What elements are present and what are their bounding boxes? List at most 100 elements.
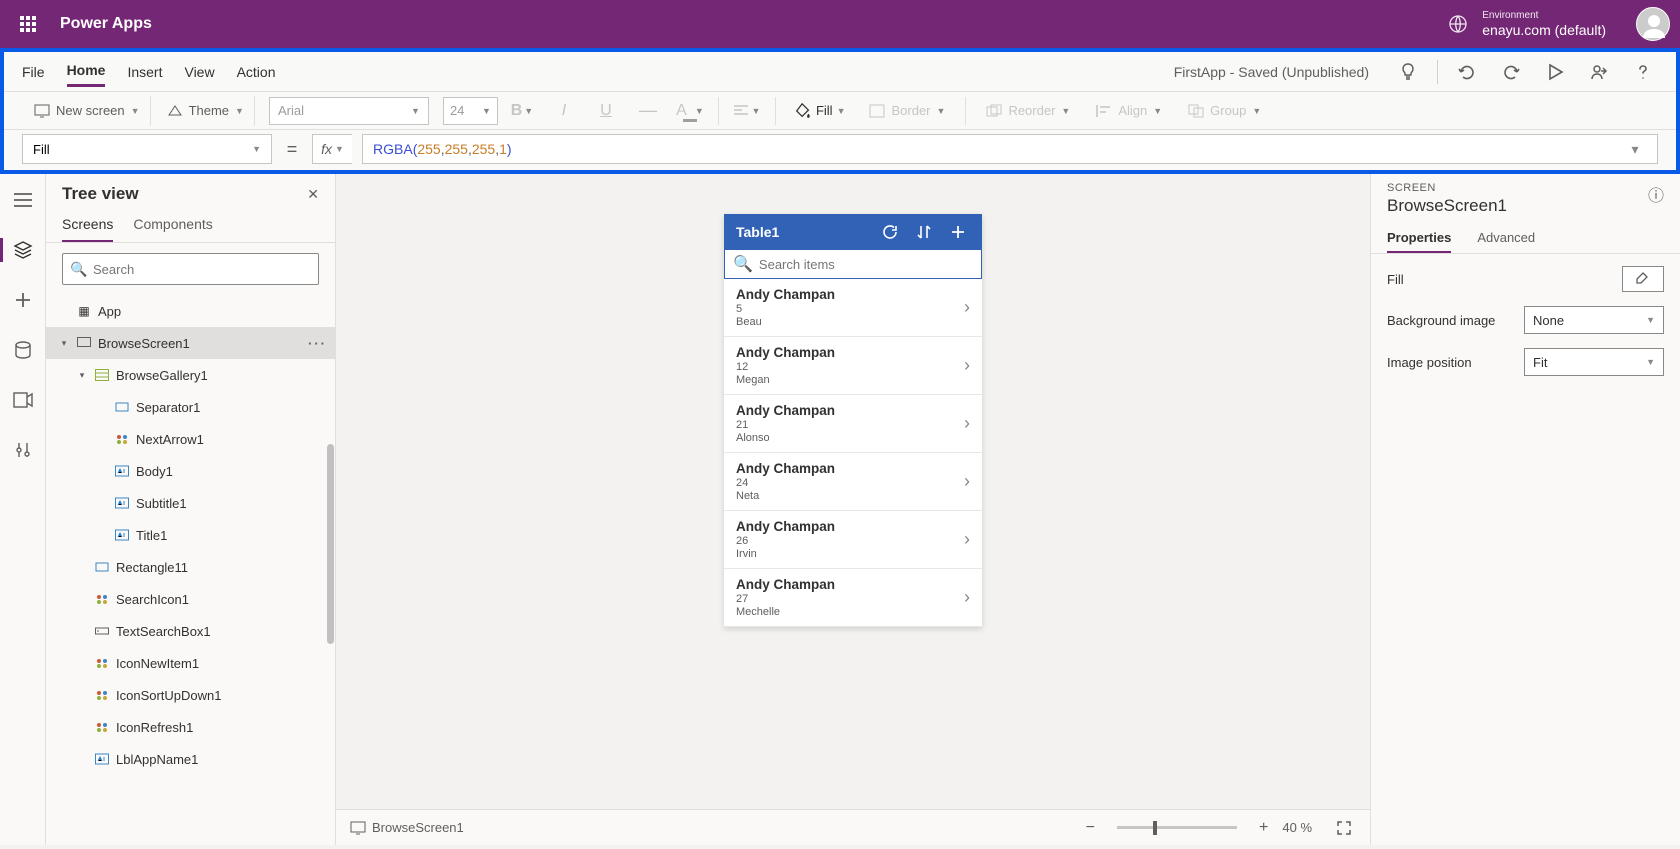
gallery-item[interactable]: Andy Champan24Neta› bbox=[724, 453, 982, 511]
align-button[interactable]: Align ▼ bbox=[1086, 96, 1172, 126]
chevron-right-icon[interactable]: › bbox=[964, 471, 970, 492]
border-button[interactable]: Border ▼ bbox=[859, 96, 955, 126]
gallery-item[interactable]: Andy Champan5Beau› bbox=[724, 279, 982, 337]
fill-button[interactable]: Fill ▼ bbox=[786, 102, 854, 120]
share-icon[interactable] bbox=[1584, 57, 1614, 87]
canvas-area[interactable]: Table1 🔍 Andy Champan5Beau›Andy Champan1… bbox=[336, 174, 1370, 845]
strike-button[interactable]: — bbox=[630, 96, 666, 126]
chevron-right-icon[interactable]: › bbox=[964, 355, 970, 376]
tree-item[interactable]: ▾BrowseScreen1··· bbox=[46, 327, 335, 359]
group-button[interactable]: Group ▼ bbox=[1178, 96, 1271, 126]
chevron-right-icon[interactable]: › bbox=[964, 297, 970, 318]
tree-item[interactable]: ▾BrowseGallery1 bbox=[46, 359, 335, 391]
gallery-item[interactable]: Andy Champan12Megan› bbox=[724, 337, 982, 395]
zoom-out-button[interactable]: − bbox=[1082, 819, 1099, 837]
add-icon[interactable] bbox=[946, 220, 970, 244]
tab-screens[interactable]: Screens bbox=[62, 208, 113, 242]
formula-input[interactable]: RGBA(255, 255, 255, 1) ▾ bbox=[362, 134, 1658, 164]
tree-item[interactable]: NextArrow1 bbox=[46, 423, 335, 455]
tree-search[interactable]: 🔍 bbox=[62, 253, 319, 285]
tab-properties[interactable]: Properties bbox=[1387, 224, 1451, 253]
footer-screen-selector[interactable]: BrowseScreen1 bbox=[350, 820, 464, 835]
expand-icon[interactable]: ▾ bbox=[58, 338, 70, 349]
chevron-right-icon[interactable]: › bbox=[964, 587, 970, 608]
environment-selector[interactable]: Environment enayu.com (default) bbox=[1444, 10, 1606, 39]
image-position-select[interactable]: Fit ▼ bbox=[1524, 348, 1664, 376]
tree-item[interactable]: IconNewItem1 bbox=[46, 647, 335, 679]
tree-item[interactable]: Body1 bbox=[46, 455, 335, 487]
tab-insert[interactable]: Insert bbox=[127, 58, 162, 86]
app-launcher[interactable] bbox=[10, 6, 46, 42]
tree-view-rail[interactable] bbox=[5, 232, 41, 268]
chevron-down-icon: ▼ bbox=[235, 106, 244, 116]
chevron-right-icon[interactable]: › bbox=[964, 529, 970, 550]
tree-node-icon bbox=[94, 591, 110, 607]
tree-item[interactable]: LblAppName1 bbox=[46, 743, 335, 775]
tree-item-label: TextSearchBox1 bbox=[116, 624, 211, 639]
gallery-item[interactable]: Andy Champan26Irvin› bbox=[724, 511, 982, 569]
tree-item[interactable]: Rectangle11 bbox=[46, 551, 335, 583]
zoom-slider[interactable] bbox=[1117, 826, 1237, 829]
gallery-item[interactable]: Andy Champan27Mechelle› bbox=[724, 569, 982, 627]
tree-item[interactable]: Separator1 bbox=[46, 391, 335, 423]
new-screen-button[interactable]: New screen ▼ bbox=[24, 96, 151, 126]
tab-home[interactable]: Home bbox=[67, 56, 106, 87]
data-rail[interactable] bbox=[5, 332, 41, 368]
zoom-in-button[interactable]: + bbox=[1255, 819, 1272, 837]
tab-components[interactable]: Components bbox=[133, 208, 212, 242]
property-selector[interactable]: Fill ▼ bbox=[22, 134, 272, 164]
tools-rail[interactable] bbox=[5, 432, 41, 468]
user-avatar[interactable] bbox=[1636, 7, 1670, 41]
tab-view[interactable]: View bbox=[184, 58, 214, 86]
refresh-icon[interactable] bbox=[878, 220, 902, 244]
phone-preview: Table1 🔍 Andy Champan5Beau›Andy Champan1… bbox=[724, 214, 982, 627]
fx-label[interactable]: fx▼ bbox=[312, 134, 352, 164]
expand-formula-icon[interactable]: ▾ bbox=[1623, 141, 1647, 158]
redo-icon[interactable] bbox=[1496, 57, 1526, 87]
tree-search-input[interactable] bbox=[62, 253, 319, 285]
tab-action[interactable]: Action bbox=[237, 58, 276, 86]
tab-advanced[interactable]: Advanced bbox=[1477, 224, 1535, 253]
background-image-select[interactable]: None ▼ bbox=[1524, 306, 1664, 334]
chevron-right-icon[interactable]: › bbox=[964, 413, 970, 434]
underline-button[interactable]: U bbox=[588, 96, 624, 126]
tree-item[interactable]: TextSearchBox1 bbox=[46, 615, 335, 647]
font-size-selector[interactable]: 24 ▼ bbox=[443, 97, 498, 125]
hamburger-icon[interactable] bbox=[5, 182, 41, 218]
theme-button[interactable]: Theme ▼ bbox=[157, 96, 255, 126]
help-icon[interactable] bbox=[1628, 57, 1658, 87]
tree-item[interactable]: IconSortUpDown1 bbox=[46, 679, 335, 711]
tree-item-label: IconSortUpDown1 bbox=[116, 688, 222, 703]
bold-button[interactable]: B▼ bbox=[504, 96, 540, 126]
gallery-item[interactable]: Andy Champan21Alonso› bbox=[724, 395, 982, 453]
tree-item[interactable]: Subtitle1 bbox=[46, 487, 335, 519]
search-items-input[interactable] bbox=[759, 257, 973, 272]
fullscreen-icon[interactable] bbox=[1332, 820, 1356, 836]
reorder-button[interactable]: Reorder ▼ bbox=[976, 96, 1080, 126]
help-icon[interactable]: ⓘ bbox=[1648, 182, 1664, 206]
play-icon[interactable] bbox=[1540, 57, 1570, 87]
search-box[interactable]: 🔍 bbox=[724, 249, 982, 279]
font-selector[interactable]: Arial ▼ bbox=[269, 97, 429, 125]
fill-color-swatch[interactable] bbox=[1622, 266, 1664, 292]
tree-item[interactable]: IconRefresh1 bbox=[46, 711, 335, 743]
more-icon[interactable]: ··· bbox=[308, 336, 327, 351]
tree-item[interactable]: SearchIcon1 bbox=[46, 583, 335, 615]
tree-item-label: Rectangle11 bbox=[116, 560, 188, 575]
ribbon-tabs: File Home Insert View Action FirstApp - … bbox=[4, 52, 1676, 92]
tree-app[interactable]: ▦ App bbox=[46, 295, 335, 327]
undo-icon[interactable] bbox=[1452, 57, 1482, 87]
expand-icon[interactable]: ▾ bbox=[76, 370, 88, 381]
italic-button[interactable]: I bbox=[546, 96, 582, 126]
tree-item[interactable]: Title1 bbox=[46, 519, 335, 551]
scrollbar-thumb[interactable] bbox=[327, 444, 334, 644]
media-rail[interactable] bbox=[5, 382, 41, 418]
align-text-button[interactable]: ▼ bbox=[729, 96, 765, 126]
equals-sign: = bbox=[282, 139, 302, 160]
app-checker-icon[interactable] bbox=[1393, 57, 1423, 87]
close-icon[interactable]: ✕ bbox=[307, 186, 319, 203]
sort-icon[interactable] bbox=[912, 220, 936, 244]
font-color-button[interactable]: A▼ bbox=[672, 96, 708, 126]
tab-file[interactable]: File bbox=[22, 58, 45, 86]
insert-rail[interactable] bbox=[5, 282, 41, 318]
